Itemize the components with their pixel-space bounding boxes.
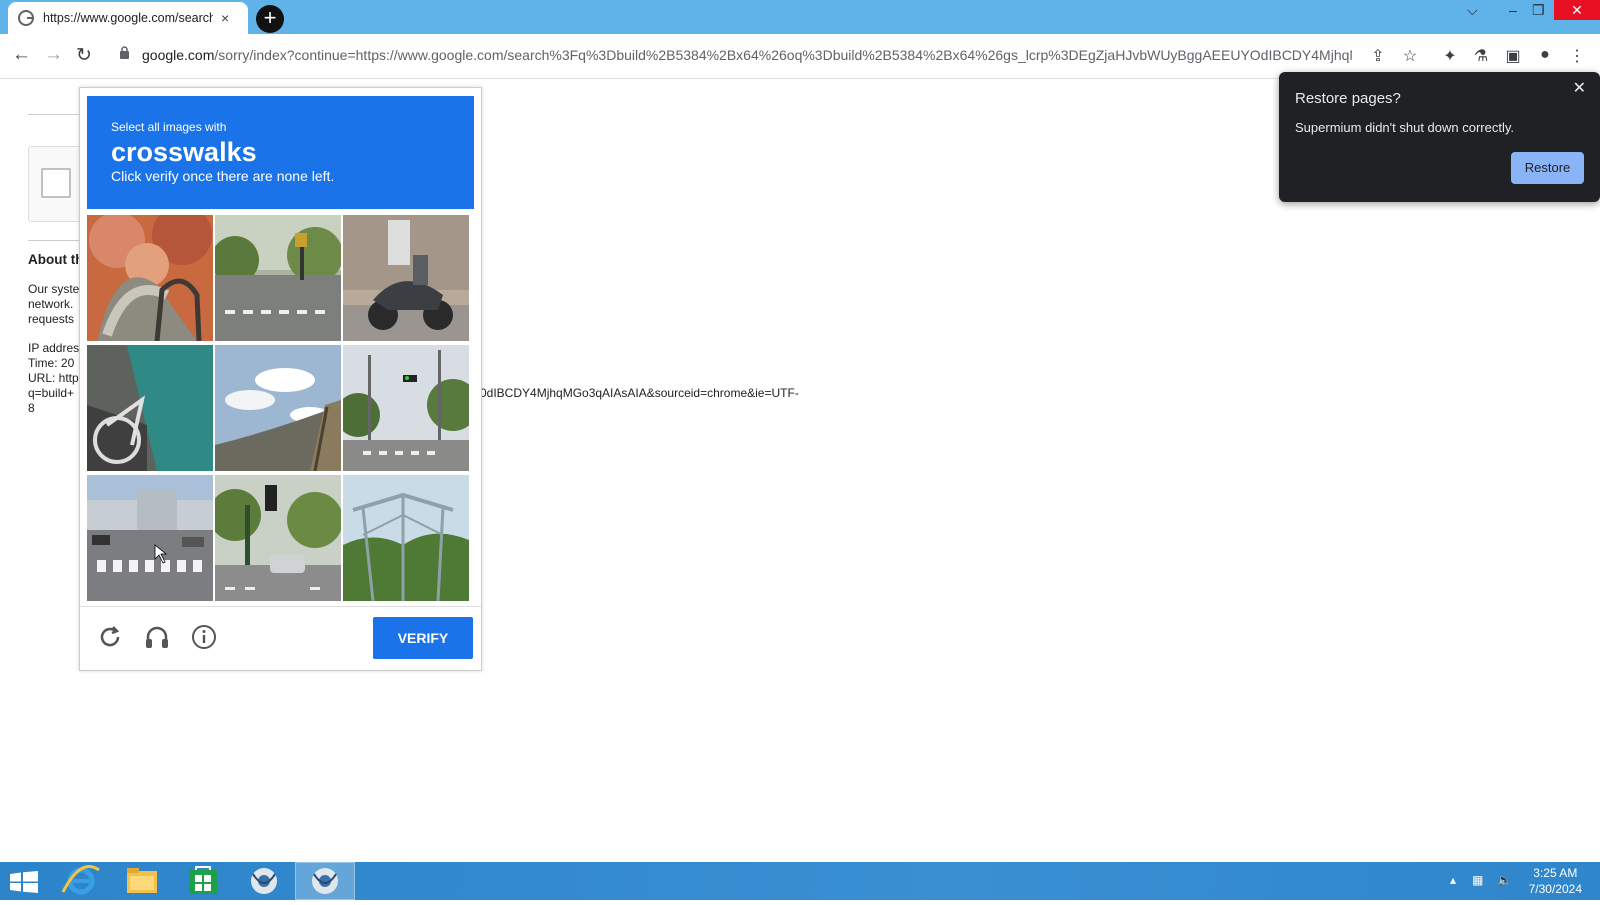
recaptcha-checkbox[interactable] <box>41 168 71 198</box>
captcha-tile-traffic-light-intersection[interactable] <box>215 475 341 601</box>
windows-start-icon[interactable] <box>10 871 38 893</box>
store-bag-icon <box>189 866 217 894</box>
audio-challenge-headphones-icon[interactable] <box>143 623 171 651</box>
restore-message: Supermium didn't shut down correctly. <box>1295 120 1515 135</box>
captcha-instruction: Select all images with <box>111 120 227 134</box>
info-line: URL: http <box>28 371 79 385</box>
restore-button[interactable]: Restore <box>1511 152 1584 184</box>
close-icon[interactable]: ✕ <box>1573 78 1586 98</box>
captcha-tile-street-crosswalk-poles[interactable] <box>343 345 469 471</box>
restore-window-icon[interactable]: ❐ <box>1532 2 1545 19</box>
url-host: google.com <box>142 47 215 63</box>
taskbar-browser-app[interactable] <box>234 862 294 900</box>
reload-challenge-icon[interactable] <box>96 623 124 651</box>
browser-globe-icon <box>251 868 277 894</box>
taskbar-supermium-active[interactable] <box>295 862 355 900</box>
volume-muted-icon[interactable]: 🔈 <box>1497 873 1512 887</box>
extensions-puzzle-icon[interactable]: ✦ <box>1440 46 1460 66</box>
restore-pages-popup: Restore pages? Supermium didn't shut dow… <box>1279 72 1600 202</box>
file-explorer-folder-icon <box>127 868 157 893</box>
captcha-tile-autumn-bicycle[interactable] <box>87 215 213 341</box>
restore-title: Restore pages? <box>1295 90 1401 107</box>
minimize-icon[interactable]: – <box>1509 2 1517 18</box>
lab-flask-icon[interactable]: ⚗ <box>1471 46 1491 66</box>
clock-time: 3:25 AM <box>1533 866 1578 880</box>
share-icon[interactable]: ⇪ <box>1368 46 1388 66</box>
info-line: IP addres <box>28 341 80 355</box>
captcha-tile-parked-motorcycle[interactable] <box>343 215 469 341</box>
clock-date: 7/30/2024 <box>1528 882 1582 896</box>
captcha-target: crosswalks <box>111 137 257 167</box>
captcha-tile-bridge-trees[interactable] <box>343 475 469 601</box>
reload-icon[interactable]: ↻ <box>76 44 92 67</box>
bookmark-star-icon[interactable]: ☆ <box>1400 46 1420 66</box>
new-tab-button[interactable]: + <box>256 5 284 33</box>
network-icon[interactable]: ▦ <box>1472 873 1483 887</box>
captcha-tile-street-crosswalk[interactable] <box>215 215 341 341</box>
info-line: 8 <box>28 401 35 415</box>
forward-arrow-icon[interactable]: → <box>44 44 63 66</box>
about-line: Our syste <box>28 282 80 296</box>
captcha-tile-wide-crosswalk[interactable] <box>87 475 213 601</box>
url-path: /sorry/index?continue=https://www.google… <box>214 47 1352 63</box>
windows-taskbar: ▴ ▦ 🔈 3:25 AM 7/30/2024 <box>0 862 1600 900</box>
captcha-subtext: Click verify once there are none left. <box>111 168 335 184</box>
info-line: q=build+ <box>28 386 75 400</box>
tab-title: https://www.google.com/search?q=build <box>43 11 213 25</box>
info-line: Time: 20 <box>28 356 75 370</box>
tab-search-chevron-icon[interactable]: ⌵ <box>1467 2 1478 19</box>
taskbar-store[interactable] <box>173 862 233 900</box>
taskbar-clock[interactable]: 3:25 AM 7/30/2024 <box>1529 865 1582 897</box>
supermium-globe-icon <box>312 868 338 894</box>
side-panel-icon[interactable]: ▣ <box>1503 46 1523 66</box>
window-close-button[interactable]: ✕ <box>1554 0 1600 20</box>
taskbar-internet-explorer[interactable] <box>51 862 111 900</box>
browser-tab[interactable]: https://www.google.com/search?q=build × <box>8 2 248 34</box>
about-line: network. <box>28 297 74 311</box>
tray-expand-chevron-icon[interactable]: ▴ <box>1450 873 1456 887</box>
internet-explorer-icon <box>61 865 100 895</box>
verify-button[interactable]: VERIFY <box>373 617 473 659</box>
back-arrow-icon[interactable]: ← <box>12 44 31 66</box>
lock-icon[interactable] <box>119 46 130 59</box>
address-bar[interactable]: google.com/sorry/index?continue=https://… <box>142 47 1352 63</box>
captcha-challenge: Select all images with crosswalks Click … <box>79 87 482 671</box>
captcha-header: Select all images with crosswalks Click … <box>87 96 474 209</box>
taskbar-file-explorer[interactable] <box>112 862 172 900</box>
google-favicon-icon <box>18 10 34 26</box>
tab-close-icon[interactable]: × <box>221 10 229 26</box>
blocked-url-text: 0dIBCDY4MjhqMGo3qAIAsAIA&sourceid=chrome… <box>480 386 799 400</box>
captcha-tile-sky-bridge[interactable] <box>215 345 341 471</box>
about-line: requests <box>28 312 75 326</box>
browser-titlebar: https://www.google.com/search?q=build × … <box>0 0 1600 34</box>
about-heading: About th <box>28 252 84 267</box>
info-icon[interactable] <box>190 623 218 651</box>
captcha-tile-teal-bicycle[interactable] <box>87 345 213 471</box>
captcha-footer: VERIFY <box>80 606 481 671</box>
profile-avatar-icon[interactable]: ● <box>1535 46 1555 66</box>
kebab-menu-icon[interactable]: ⋮ <box>1567 46 1587 66</box>
